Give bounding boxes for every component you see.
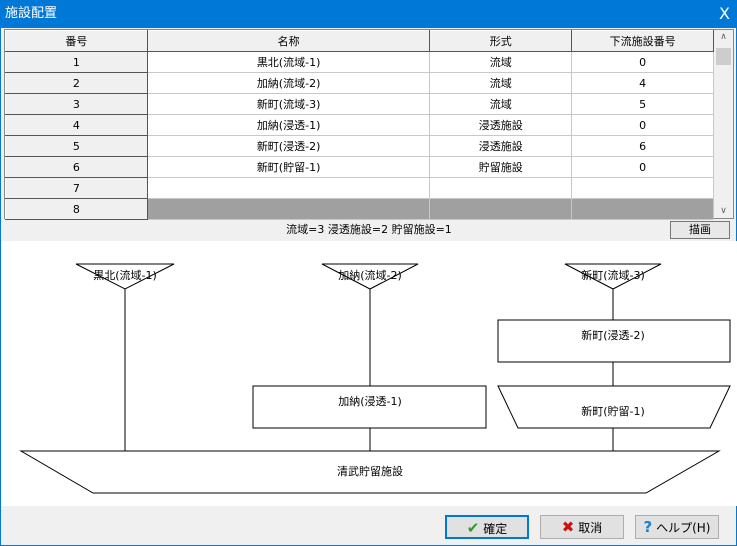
cell-downstream[interactable] <box>571 198 714 220</box>
title-bar: 施設配置 X <box>1 1 737 28</box>
cell-type[interactable] <box>429 177 573 199</box>
basin-2-label: 加納(流域-2) <box>338 268 402 282</box>
table-row[interactable]: 7 <box>5 177 714 199</box>
cell-downstream[interactable]: 4 <box>571 72 714 94</box>
storage-1-label: 新町(貯留-1) <box>581 404 645 418</box>
row-number[interactable]: 4 <box>5 114 148 136</box>
outlet-label: 清武貯留施設 <box>337 464 403 478</box>
cell-name[interactable]: 黒北(流域-1) <box>146 51 431 73</box>
draw-button[interactable]: 描画 <box>670 221 730 239</box>
row-number[interactable]: 8 <box>5 198 148 220</box>
cell-name[interactable]: 加納(流域-2) <box>146 72 431 94</box>
row-number[interactable]: 3 <box>5 93 148 115</box>
check-icon: ✔ <box>466 519 480 537</box>
table-row[interactable]: 1 黒北(流域-1) 流域 0 <box>5 51 714 73</box>
help-button[interactable]: ? ヘルプ(H) <box>635 515 719 539</box>
cell-name[interactable]: 新町(浸透-2) <box>146 135 431 157</box>
row-number[interactable]: 1 <box>5 51 148 73</box>
vertical-scrollbar[interactable]: ∧ ∨ <box>714 30 733 218</box>
infiltration-2-label: 新町(浸透-2) <box>581 328 645 342</box>
table-row[interactable]: 3 新町(流域-3) 流域 5 <box>5 93 714 115</box>
summary-status: 流域=3 浸透施設=2 貯留施設=1 <box>4 220 734 240</box>
cell-downstream[interactable]: 0 <box>571 156 714 178</box>
header-type[interactable]: 形式 <box>429 30 573 52</box>
header-name[interactable]: 名称 <box>146 30 431 52</box>
cell-type[interactable]: 浸透施設 <box>429 135 573 157</box>
cell-type[interactable]: 流域 <box>429 72 573 94</box>
header-no[interactable]: 番号 <box>5 30 148 52</box>
row-number[interactable]: 7 <box>5 177 148 199</box>
cell-name[interactable] <box>146 198 431 220</box>
cell-name[interactable]: 加納(浸透-1) <box>146 114 431 136</box>
infiltration-1-label: 加納(浸透-1) <box>338 395 402 408</box>
cell-type[interactable]: 貯留施設 <box>429 156 573 178</box>
cell-name[interactable]: 新町(流域-3) <box>146 93 431 115</box>
row-number[interactable]: 5 <box>5 135 148 157</box>
cell-downstream[interactable]: 6 <box>571 135 714 157</box>
facility-grid: 番号 名称 形式 下流施設番号 1 黒北(流域-1) 流域 0 2 加納(流域-2) 流域 4… <box>4 29 734 220</box>
help-icon: ? <box>643 518 653 536</box>
table-row[interactable]: 5 新町(浸透-2) 浸透施設 6 <box>5 135 714 157</box>
cell-downstream[interactable]: 0 <box>571 114 714 136</box>
table-row[interactable]: 2 加納(流域-2) 流域 4 <box>5 72 714 94</box>
cancel-button[interactable]: ✖ 取消 <box>540 515 624 539</box>
diagram-canvas: 黒北(流域-1) 加納(流域-2) 新町(流域-3) 加納(浸透-1) 新町(浸… <box>1 241 737 506</box>
table-row[interactable]: 6 新町(貯留-1) 貯留施設 0 <box>5 156 714 178</box>
table-row[interactable]: 4 加納(浸透-1) 浸透施設 0 <box>5 114 714 136</box>
scroll-up-icon[interactable]: ∧ <box>714 32 733 42</box>
header-row: 番号 名称 形式 下流施設番号 <box>5 30 714 52</box>
cell-downstream[interactable]: 0 <box>571 51 714 73</box>
window-title: 施設配置 <box>5 6 58 21</box>
scroll-thumb[interactable] <box>716 48 731 65</box>
cell-type[interactable]: 流域 <box>429 93 573 115</box>
cell-type[interactable]: 流域 <box>429 51 573 73</box>
row-number[interactable]: 6 <box>5 156 148 178</box>
ok-button[interactable]: ✔ 確定 <box>445 515 529 539</box>
basin-1-label: 黒北(流域-1) <box>93 268 157 282</box>
cell-type[interactable] <box>429 198 573 220</box>
row-number[interactable]: 2 <box>5 72 148 94</box>
cell-type[interactable]: 浸透施設 <box>429 114 573 136</box>
cell-downstream[interactable] <box>571 177 714 199</box>
cell-downstream[interactable]: 5 <box>571 93 714 115</box>
cell-name[interactable]: 新町(貯留-1) <box>146 156 431 178</box>
table-row[interactable]: 8 <box>5 198 714 220</box>
x-icon: ✖ <box>561 518 575 536</box>
scroll-down-icon[interactable]: ∨ <box>714 206 733 216</box>
cell-name[interactable] <box>146 177 431 199</box>
basin-3-label: 新町(流域-3) <box>581 268 645 282</box>
header-downstream[interactable]: 下流施設番号 <box>571 30 714 52</box>
close-icon[interactable]: X <box>719 1 730 27</box>
